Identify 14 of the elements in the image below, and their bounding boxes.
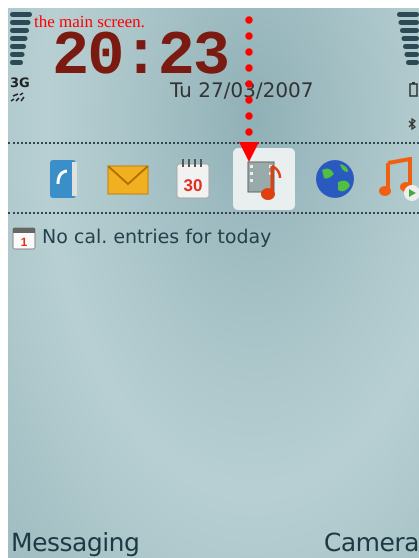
shortcut-button[interactable]: [233, 148, 295, 210]
globe-icon: [314, 158, 356, 200]
right-softkey[interactable]: Camera: [324, 528, 419, 558]
calendar-status-text: No cal. entries for today: [42, 225, 272, 250]
left-softkey[interactable]: Messaging: [11, 528, 140, 558]
packet-data-icon: [10, 92, 26, 102]
annotation-text: the main screen.: [34, 13, 145, 30]
signal-strength-icon: [10, 12, 32, 66]
bluetooth-icon: [408, 118, 416, 130]
battery-icon: [409, 82, 418, 97]
network-type-label: 3G: [10, 77, 30, 90]
music-note-with-play-icon: [378, 157, 419, 201]
battery-level-icon: [397, 12, 419, 66]
shortcut-button[interactable]: 30: [168, 154, 218, 204]
